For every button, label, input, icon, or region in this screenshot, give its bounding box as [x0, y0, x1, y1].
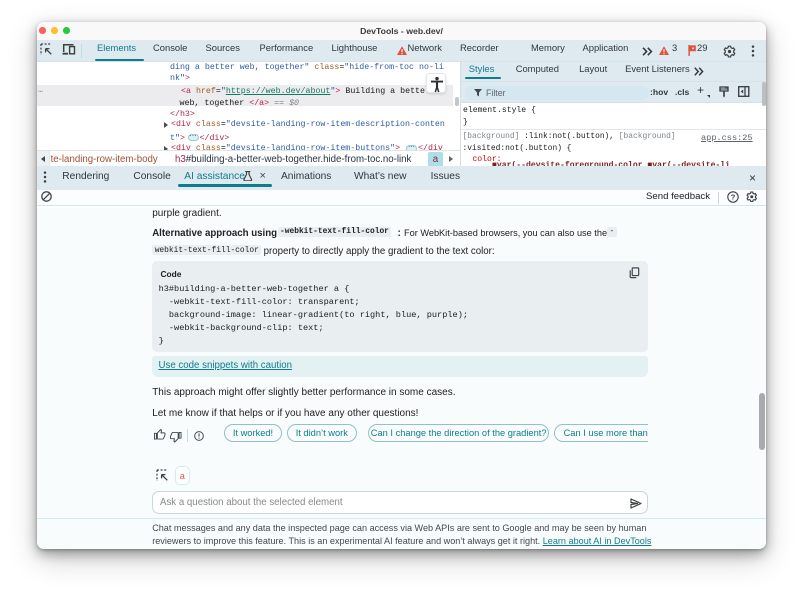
svg-text:?: ? — [730, 193, 735, 202]
